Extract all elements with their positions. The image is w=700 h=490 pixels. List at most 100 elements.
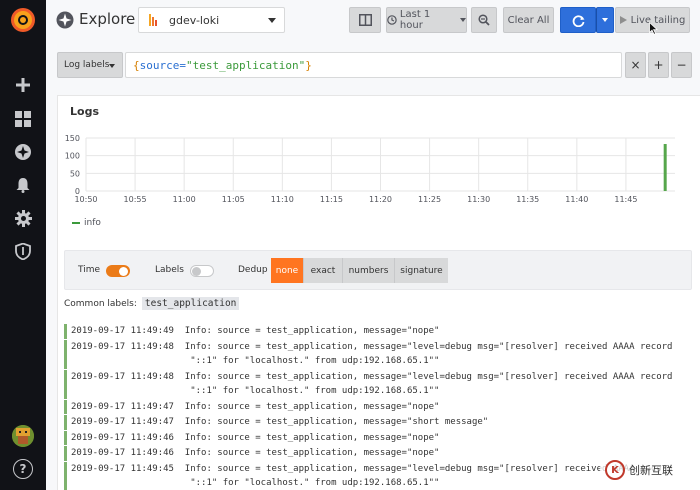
datasource-picker[interactable]: gdev-loki	[138, 7, 285, 33]
log-row[interactable]: 2019-09-17 11:49:46 Info: source = test_…	[64, 430, 440, 445]
toggle-knob	[192, 266, 201, 276]
dedup-option-signature[interactable]: signature	[395, 258, 448, 283]
time-toggle-label: Time	[78, 265, 101, 275]
log-row[interactable]: 2019-09-17 11:49:49 Info: source = test_…	[64, 324, 439, 339]
log-level-indicator	[64, 324, 67, 339]
log-level-indicator	[64, 446, 67, 461]
dashboards-icon[interactable]	[11, 107, 35, 131]
y-tick-label: 150	[65, 134, 80, 143]
legend-label: info	[84, 218, 101, 228]
alerting-bell-icon[interactable]	[11, 173, 35, 197]
chevron-down-icon	[268, 18, 276, 23]
minus-icon: −	[676, 58, 687, 72]
dedup-option-exact[interactable]: exact	[304, 258, 343, 283]
configuration-gear-icon[interactable]	[11, 206, 35, 230]
x-tick-label: 11:40	[565, 195, 588, 204]
page-title: Explore	[79, 10, 136, 28]
x-tick-label: 11:15	[320, 195, 343, 204]
log-message: 2019-09-17 11:49:48 Info: source = test_…	[71, 341, 673, 367]
query-brace-open: {	[133, 58, 140, 72]
close-icon: ×	[630, 58, 641, 72]
clear-all-button[interactable]: Clear All	[503, 7, 554, 33]
add-query-button[interactable]: +	[648, 52, 669, 78]
log-level-indicator	[64, 430, 67, 445]
log-message: 2019-09-17 11:49:47 Info: source = test_…	[71, 401, 440, 412]
x-tick-label: 11:10	[271, 195, 294, 204]
grafana-logo-icon[interactable]	[9, 6, 37, 34]
log-level-indicator	[64, 339, 67, 369]
log-level-indicator	[64, 369, 67, 399]
watermark-text: 创新互联	[629, 464, 673, 477]
log-labels-dropdown[interactable]: Log labels	[57, 52, 123, 78]
zoom-out-icon	[478, 14, 490, 26]
time-range-picker[interactable]: Last 1 hour	[386, 7, 467, 33]
x-tick-label: 11:35	[516, 195, 539, 204]
user-avatar[interactable]	[12, 425, 34, 447]
logs-panel: Logs 150 100 50 0 10:50 10:55 11:00 11:05 11:10 1…	[57, 95, 700, 490]
common-labels-title: Common labels:	[64, 298, 137, 309]
panel-title: Logs	[70, 105, 99, 118]
zoom-out-button[interactable]	[471, 7, 497, 33]
split-button[interactable]	[349, 7, 381, 33]
chart-bar	[663, 144, 667, 191]
watermark-logo-icon: K	[605, 460, 625, 480]
help-icon[interactable]: ?	[13, 459, 33, 479]
log-labels-label: Log labels	[64, 60, 110, 70]
loki-logo-icon	[149, 14, 157, 26]
log-row[interactable]: 2019-09-17 11:49:48 Info: source = test_…	[64, 339, 673, 369]
run-query-button[interactable]	[560, 7, 596, 33]
y-tick-label: 50	[70, 169, 80, 178]
dedup-option-none[interactable]: none	[271, 258, 304, 283]
create-plus-icon[interactable]	[11, 73, 35, 97]
log-row[interactable]: 2019-09-17 11:49:46 Info: source = test_…	[64, 446, 439, 461]
refresh-interval-dropdown[interactable]	[596, 7, 614, 33]
log-row[interactable]: 2019-09-17 11:49:47 Info: source = test_…	[64, 415, 488, 430]
query-input[interactable]: { source= "test_application" }	[125, 52, 622, 78]
x-tick-label: 11:20	[369, 195, 392, 204]
server-admin-shield-icon[interactable]	[11, 239, 35, 263]
common-labels: Common labels: test_application	[64, 297, 240, 310]
log-row[interactable]: 2019-09-17 11:49:45 Info: source = test_…	[64, 461, 672, 490]
chevron-down-icon	[460, 18, 466, 22]
labels-toggle-label: Labels	[155, 265, 184, 275]
split-columns-icon	[358, 14, 372, 26]
query-label-key: source=	[139, 58, 186, 72]
log-options-bar: Time Labels Dedup none exact numbers sig…	[64, 250, 692, 290]
chart-legend: info	[72, 218, 101, 228]
plus-icon: +	[653, 58, 664, 72]
log-level-indicator	[64, 415, 67, 430]
chevron-down-icon	[109, 64, 115, 68]
logs-volume-chart: 15010050010:50 10:55 11:00 11:05 11:10 11:15 1…	[65, 134, 675, 204]
common-label-chip: test_application	[141, 297, 240, 310]
x-tick-label: 11:25	[418, 195, 441, 204]
datasource-name: gdev-loki	[169, 13, 220, 27]
explore-compass-icon[interactable]	[11, 140, 35, 164]
log-row[interactable]: 2019-09-17 11:49:47 Info: source = test_…	[64, 399, 440, 414]
log-message: 2019-09-17 11:49:49 Info: source = test_…	[71, 326, 440, 336]
log-message: 2019-09-17 11:49:47 Info: source = test_…	[71, 417, 489, 427]
dedup-label: Dedup	[238, 265, 268, 275]
toggle-knob	[119, 266, 128, 276]
query-label-value: "test_application"	[185, 58, 306, 72]
x-tick-label: 11:45	[614, 195, 637, 204]
log-message: 2019-09-17 11:49:48 Info: source = test_…	[71, 371, 673, 397]
sidebar: ?	[0, 0, 46, 490]
chevron-down-icon	[602, 18, 608, 22]
time-toggle[interactable]	[106, 265, 130, 277]
log-message: 2019-09-17 11:49:46 Info: source = test_…	[71, 432, 440, 443]
remove-query-button[interactable]: ×	[625, 52, 646, 78]
mouse-cursor-icon	[649, 22, 658, 35]
labels-toggle[interactable]	[190, 265, 214, 277]
collapse-query-button[interactable]: −	[671, 52, 692, 78]
explore-toolbar: Explore gdev-loki Last 1 hour Clear All …	[46, 0, 700, 40]
x-tick-label: 11:05	[222, 195, 245, 204]
dedup-option-numbers[interactable]: numbers	[343, 258, 395, 283]
watermark: K 创新互联	[600, 455, 700, 485]
legend-swatch	[72, 222, 80, 224]
explore-compass-icon	[56, 11, 74, 29]
log-level-indicator	[64, 399, 67, 414]
log-level-indicator	[64, 461, 67, 490]
log-row[interactable]: 2019-09-17 11:49:48 Info: source = test_…	[64, 369, 673, 399]
log-message: 2019-09-17 11:49:46 Info: source = test_…	[71, 448, 440, 458]
query-brace-close: }	[305, 58, 312, 72]
